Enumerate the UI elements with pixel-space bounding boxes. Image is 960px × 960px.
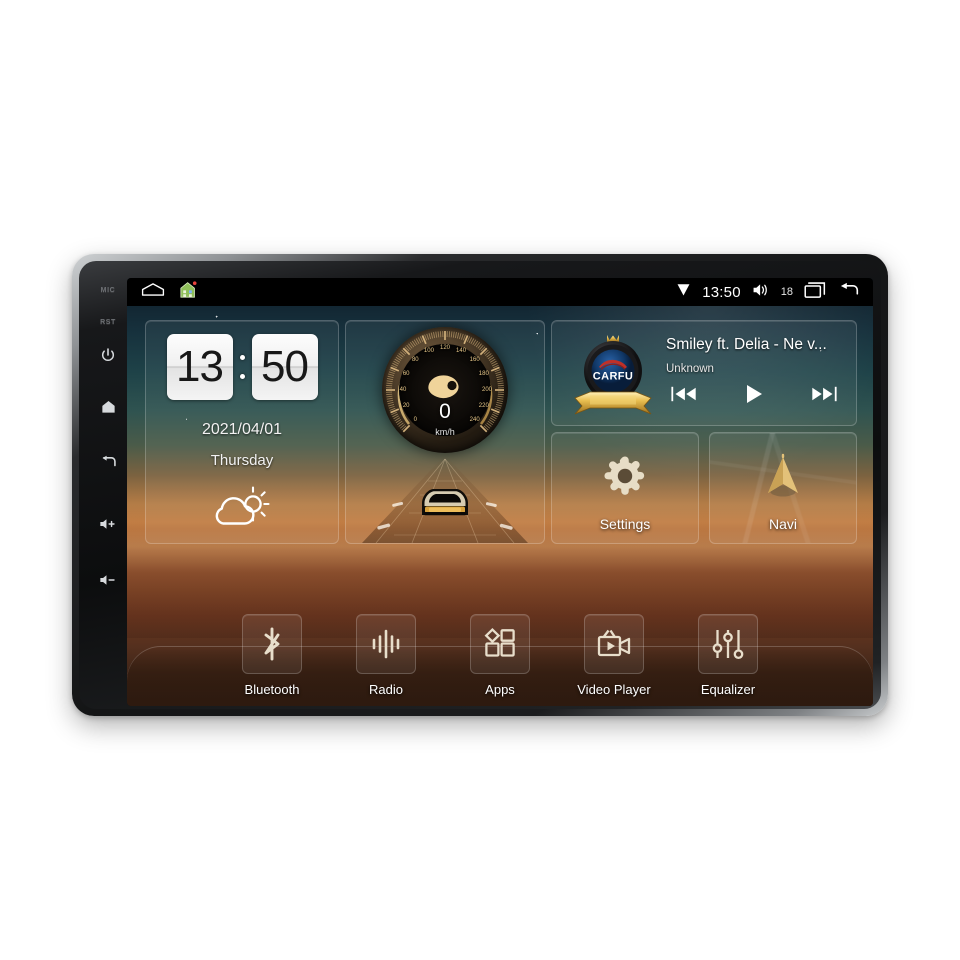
dock-item-radio[interactable]: Radio [338,614,434,697]
bluetooth-icon [242,614,302,674]
settings-label: Settings [599,516,651,532]
music-player-widget[interactable]: CARFU Smiley ft. Delia - Ne v... Unknown [551,320,857,426]
home-button[interactable] [87,399,129,414]
mic-label: MIC [100,287,116,294]
touchscreen[interactable]: 13:50 18 13 50 2021/04/01 Thursday 0 km/… [127,278,873,706]
reset-label: RST [100,319,116,326]
gauge-tick-220: 220 [478,403,489,410]
dock-label-video-player: Video Player [577,682,651,697]
play-button[interactable] [743,383,765,410]
volume-icon[interactable] [752,283,770,302]
speed-unit: km/h [435,427,455,437]
apps-grid-icon [470,614,530,674]
recents-icon[interactable] [804,281,826,303]
car-icon [422,489,468,516]
dock-item-apps[interactable]: Apps [452,614,548,697]
camcorder-icon [584,614,644,674]
album-art: CARFU [568,326,658,418]
gauge-tick-0: 0 [413,416,417,423]
dock-label-bluetooth: Bluetooth [244,682,300,697]
gauge-tick-160: 160 [469,357,480,364]
volume-down-button[interactable] [87,573,129,587]
previous-track-button[interactable] [670,385,698,408]
dock-item-bluetooth[interactable]: Bluetooth [224,614,320,697]
hardware-button-strip: MIC RST [87,271,129,699]
gear-icon [552,453,698,499]
gauge-tick-240: 240 [469,416,480,423]
app-dock: Bluetooth Radio Apps Video Player Equali… [127,610,873,706]
dock-label-equalizer: Equalizer [700,682,756,697]
speedometer-gauge: 0 km/h 0 20 40 60 80 100 120 140 160 180 200 220 240 [382,327,508,453]
clock-colon [239,355,245,379]
gauge-tick-40: 40 [399,387,407,393]
home-icon [101,401,115,413]
weekday-text: Thursday [210,452,274,469]
volume-level: 18 [780,286,793,298]
dock-item-video-player[interactable]: Video Player [566,614,662,697]
gauge-tick-120: 120 [439,345,451,351]
next-track-button[interactable] [810,385,838,408]
clock-minutes: 50 [251,334,318,400]
playback-controls [662,383,846,410]
speedometer-widget[interactable]: 0 km/h 0 20 40 60 80 100 120 140 160 180 200 220 240 [345,320,545,544]
power-button[interactable] [87,347,129,363]
gauge-tick-60: 60 [402,370,410,377]
settings-tile[interactable]: Settings [551,432,699,544]
dock-label-apps: Apps [485,682,515,697]
speed-value: 0 [439,400,451,423]
clock-weather-widget[interactable]: 13 50 2021/04/01 Thursday [145,320,339,544]
radio-waveform-icon [356,614,416,674]
car-on-road-icon [346,455,544,543]
svg-text:CARFU: CARFU [593,371,634,383]
navi-label: Navi [768,516,797,532]
back-arrow-icon [102,455,116,467]
gauge-tick-140: 140 [456,348,467,355]
car-head-unit-device: MIC RST 13:50 18 13 50 2021/04/01 Thursd… [72,254,888,716]
navi-tile[interactable]: Navi [709,432,857,544]
volume-down-icon [99,575,115,585]
back-icon[interactable] [837,282,859,303]
status-time: 13:50 [702,283,741,301]
dock-item-equalizer[interactable]: Equalizer [680,614,776,697]
gauge-tick-20: 20 [402,403,410,410]
track-artist: Unknown [666,363,714,375]
home-outline-icon[interactable] [141,282,165,302]
partly-cloudy-icon [146,485,338,529]
track-title: Smiley ft. Delia - Ne v... [666,336,827,353]
volume-up-icon [99,519,115,529]
back-button[interactable] [87,455,129,469]
navigation-arrow-icon [710,453,856,503]
status-bar: 13:50 18 [127,278,873,306]
date-text: 2021/04/01 [201,421,283,438]
signal-icon [676,283,691,302]
equalizer-sliders-icon [698,614,758,674]
gauge-tick-100: 100 [423,348,434,355]
power-icon [101,348,115,361]
gauge-tick-200: 200 [481,387,493,393]
gauge-tick-180: 180 [478,370,489,377]
device-bezel: MIC RST 13:50 18 13 50 2021/04/01 Thursd… [79,261,881,709]
gauge-tick-80: 80 [411,357,419,364]
home-green-icon[interactable] [179,281,198,303]
flip-clock: 13 50 [146,334,338,400]
dock-label-radio: Radio [369,682,403,697]
volume-up-button[interactable] [87,517,129,531]
clock-hours: 13 [166,334,233,400]
